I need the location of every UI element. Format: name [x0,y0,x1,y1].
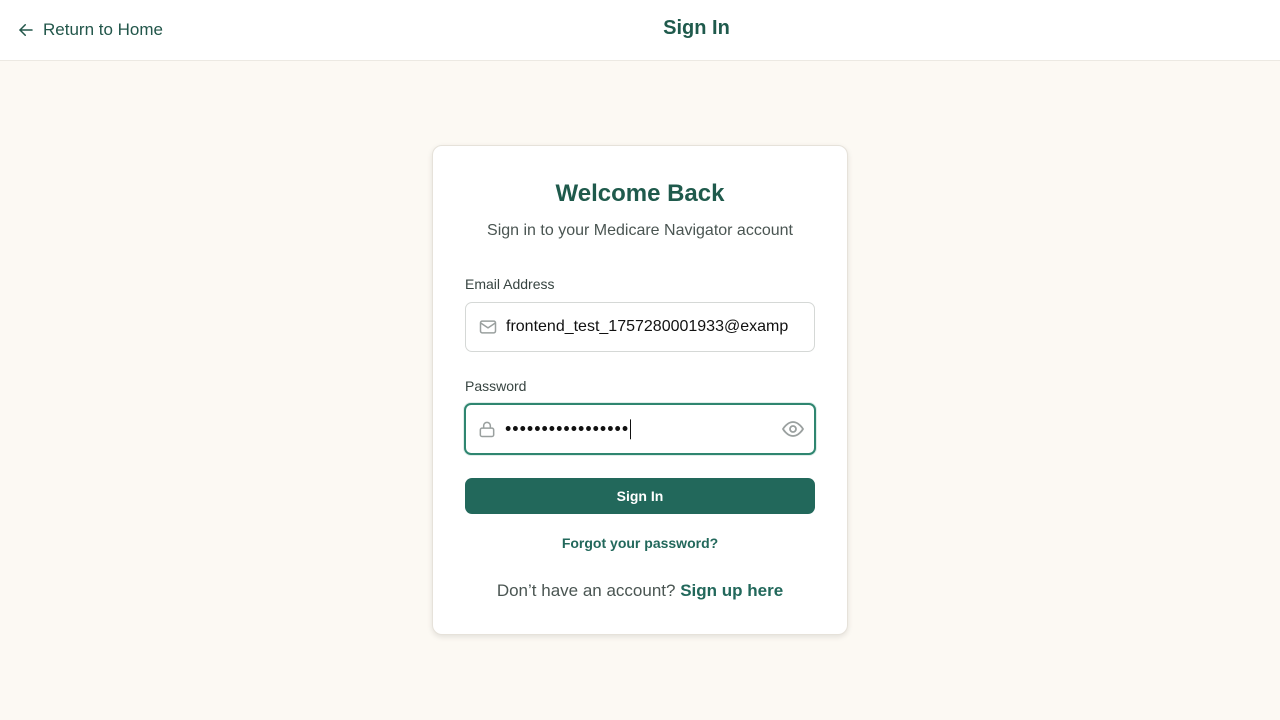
welcome-subtitle: Sign in to your Medicare Navigator accou… [487,222,793,239]
password-value: ••••••••••••••••• [505,418,632,440]
signup-row: Don’t have an account? Sign up here [433,581,847,601]
mail-icon [478,317,498,337]
email-label: Email Address [465,276,555,292]
email-field[interactable]: frontend_test_1757280001933@examp [465,302,815,352]
eye-icon[interactable] [781,417,805,441]
sign-in-button[interactable]: Sign In [465,478,815,514]
top-bar: Return to Home Sign In [0,0,1280,61]
page-title: Sign In [663,17,730,39]
signup-prompt: Don’t have an account? [496,581,676,600]
sign-up-link[interactable]: Sign up here [680,581,783,600]
welcome-heading: Welcome Back [555,180,725,207]
password-label: Password [465,378,527,394]
email-value: frontend_test_1757280001933@examp [506,318,789,335]
sign-in-card: Welcome Back Sign in to your Medicare Na… [432,145,848,635]
forgot-password-link[interactable]: Forgot your password? [433,535,847,551]
lock-icon [477,419,497,439]
password-field[interactable]: ••••••••••••••••• [464,403,816,455]
text-caret [630,419,632,440]
